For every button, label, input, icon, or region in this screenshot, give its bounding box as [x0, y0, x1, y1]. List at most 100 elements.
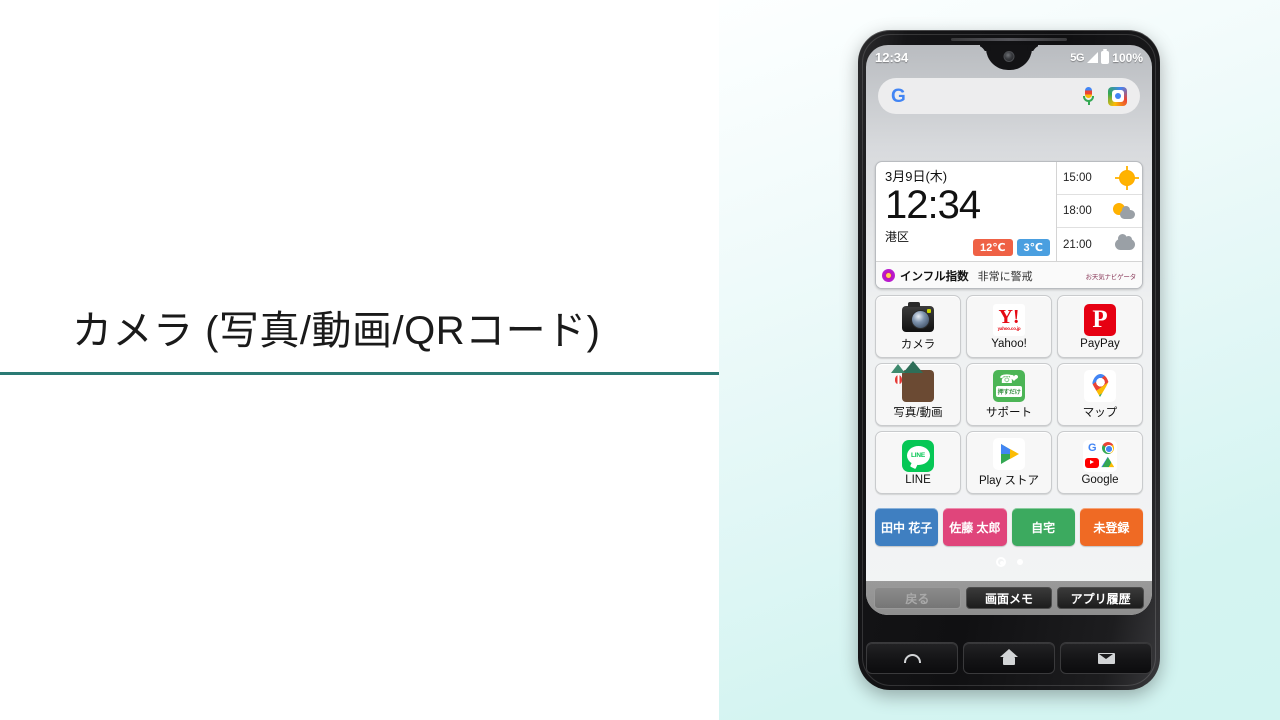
photo-video-icon: [891, 360, 934, 402]
line-glyph: LINE: [910, 452, 925, 459]
contact-tile[interactable]: 田中 花子: [875, 508, 939, 546]
widget-flu-index-row[interactable]: インフル指数 非常に警戒 お天気ナビゲータ: [876, 261, 1142, 288]
microphone-icon[interactable]: [1082, 86, 1095, 106]
nav-screen-memo-button[interactable]: 画面メモ: [965, 587, 1053, 609]
chrome-icon: [1101, 442, 1114, 455]
app-label: PayPay: [1080, 337, 1120, 350]
youtube-icon: [1085, 457, 1100, 468]
forecast-time: 18:00: [1063, 205, 1092, 217]
paypay-glyph: P: [1092, 306, 1108, 333]
title-divider: [0, 372, 719, 375]
battery-percent-label: 100%: [1112, 50, 1143, 65]
app-label: Yahoo!: [991, 337, 1027, 350]
nav-app-history-button[interactable]: アプリ履歴: [1057, 587, 1145, 609]
phone-screen: 12:34 5G 100% G 3月9日(木) 12:34 港区 12℃ 3℃ …: [866, 45, 1152, 615]
play-store-icon: [993, 437, 1025, 470]
nav-button-label: 戻る: [905, 591, 930, 606]
page-dot-active[interactable]: [995, 557, 1006, 567]
line-icon: LINE: [902, 439, 934, 472]
mail-icon: [1097, 652, 1115, 664]
status-time: 12:34: [875, 50, 909, 65]
camera-icon: [902, 302, 934, 334]
nav-button-label: 画面メモ: [985, 591, 1034, 606]
contact-label: 田中 花子: [880, 520, 933, 535]
flower-icon: [882, 269, 895, 282]
nav-back-button[interactable]: 戻る: [874, 587, 961, 609]
page-indicator: [866, 557, 1152, 567]
widget-temperatures: 12℃ 3℃: [972, 239, 1050, 256]
app-label: LINE: [905, 473, 931, 486]
front-camera-icon: [1003, 51, 1015, 62]
battery-full-icon: [1101, 51, 1110, 64]
temp-low-badge: 3℃: [1016, 239, 1050, 256]
app-tile-google-folder[interactable]: G Google: [1057, 431, 1143, 494]
widget-clock: 12:34: [885, 183, 981, 227]
app-tile-support[interactable]: ☎ ❤ 押すだけ サポート: [966, 363, 1052, 426]
google-g-icon: G: [891, 85, 906, 107]
google-maps-icon: [1084, 369, 1116, 402]
contact-label: 佐藤 太郎: [949, 520, 1001, 535]
app-grid: カメラ Y! yahoo.co.jp Yahoo! P PayPay 写真/動画…: [875, 295, 1143, 494]
app-label: 写真/動画: [893, 406, 943, 419]
flu-index-label: インフル指数: [900, 270, 969, 283]
app-label: マップ: [1082, 406, 1118, 419]
drive-icon: [1101, 457, 1114, 469]
app-tile-photo-video[interactable]: 写真/動画: [875, 360, 961, 426]
app-label: Play ストア: [978, 474, 1040, 487]
forecast-row: 18:00: [1057, 195, 1142, 228]
contact-tile[interactable]: 未登録: [1079, 508, 1143, 546]
support-badge-label: 押すだけ: [995, 385, 1023, 397]
google-search-bar[interactable]: G: [878, 78, 1140, 114]
app-tile-line[interactable]: LINE LINE: [875, 431, 961, 494]
forecast-row: 15:00: [1057, 162, 1142, 195]
app-label: Google: [1081, 473, 1119, 486]
app-tile-paypay[interactable]: P PayPay: [1057, 295, 1143, 358]
widget-main: 3月9日(木) 12:34 港区 12℃ 3℃ 15:00 18:00 21:0…: [876, 162, 1142, 261]
network-type-label: 5G: [1070, 51, 1085, 64]
yahoo-icon: Y! yahoo.co.jp: [993, 303, 1025, 336]
signal-bars-icon: [1087, 52, 1099, 63]
app-label: カメラ: [900, 338, 936, 351]
app-row: LINE LINE Play ストア G Google: [875, 431, 1143, 494]
app-row: カメラ Y! yahoo.co.jp Yahoo! P PayPay: [875, 295, 1143, 358]
contact-tile[interactable]: 自宅: [1011, 508, 1075, 546]
app-tile-camera[interactable]: カメラ: [875, 295, 961, 358]
phone-call-icon: [903, 653, 921, 663]
system-navigation-bar: 戻る 画面メモ アプリ履歴: [866, 581, 1152, 615]
forecast-time: 21:00: [1063, 238, 1092, 251]
page-dot[interactable]: [1016, 559, 1023, 565]
contact-label: 未登録: [1093, 520, 1130, 535]
slide-left-panel: カメラ (写真/動画/QRコード): [0, 0, 719, 720]
app-label: サポート: [986, 406, 1032, 419]
smartphone-device: 12:34 5G 100% G 3月9日(木) 12:34 港区 12℃ 3℃ …: [858, 30, 1160, 690]
contact-label: 自宅: [1031, 520, 1056, 535]
hw-phone-call-button[interactable]: [866, 642, 958, 674]
weather-provider-logo: お天気ナビゲータ: [1085, 273, 1137, 281]
nav-button-label: アプリ履歴: [1070, 591, 1131, 606]
hw-home-button[interactable]: [963, 642, 1055, 674]
phone-photo-panel: 12:34 5G 100% G 3月9日(木) 12:34 港区 12℃ 3℃ …: [719, 0, 1280, 720]
clock-weather-widget[interactable]: 3月9日(木) 12:34 港区 12℃ 3℃ 15:00 18:00 21:0…: [875, 161, 1143, 289]
google-g-icon: G: [1087, 441, 1097, 454]
app-tile-maps[interactable]: マップ: [1057, 363, 1143, 426]
temp-high-badge: 12℃: [972, 239, 1013, 256]
forecast-time: 15:00: [1063, 172, 1092, 184]
flu-index-level: 非常に警戒: [977, 270, 1033, 283]
earpiece-speaker: [951, 38, 1067, 41]
hw-mail-button[interactable]: [1060, 642, 1152, 674]
contact-tile[interactable]: 佐藤 太郎: [943, 508, 1007, 546]
app-tile-yahoo[interactable]: Y! yahoo.co.jp Yahoo!: [966, 295, 1052, 358]
page-title: カメラ (写真/動画/QRコード): [72, 309, 601, 353]
cloud-icon: [1115, 234, 1135, 250]
widget-forecast-list: 15:00 18:00 21:00: [1056, 162, 1142, 261]
widget-clock-area: 3月9日(木) 12:34 港区 12℃ 3℃: [876, 162, 1056, 261]
hardware-button-row: [866, 642, 1152, 674]
yahoo-domain-label: yahoo.co.jp: [997, 326, 1021, 331]
app-row: 写真/動画 ☎ ❤ 押すだけ サポート マップ: [875, 360, 1143, 426]
status-indicators: 5G 100%: [1070, 51, 1143, 65]
app-tile-play-store[interactable]: Play ストア: [966, 431, 1052, 494]
paypay-icon: P: [1084, 303, 1116, 336]
sun-icon: [1119, 170, 1135, 186]
forecast-row: 21:00: [1057, 228, 1142, 261]
google-lens-icon[interactable]: [1108, 86, 1127, 106]
